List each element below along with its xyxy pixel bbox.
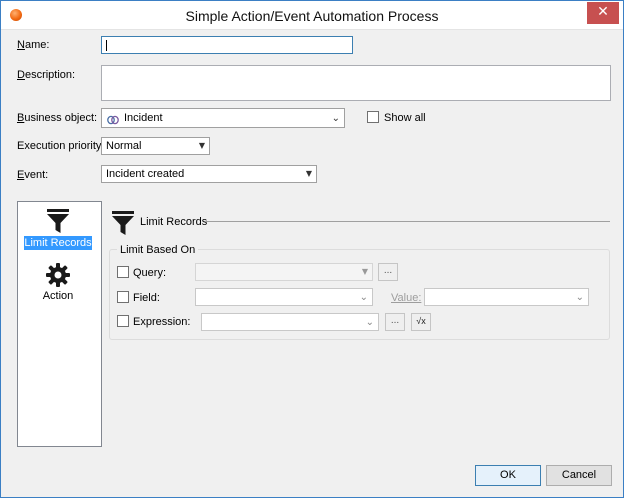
name-field[interactable] [101,36,353,54]
step-nav-panel: Limit Records Action [17,201,102,447]
value-select[interactable]: ⌄ [424,288,589,306]
expression-label: Expression: [133,316,191,328]
cancel-button[interactable]: Cancel [546,465,612,486]
field-checkbox[interactable] [117,291,129,303]
query-browse-button[interactable]: ... [378,263,398,281]
expression-browse-button[interactable]: ... [385,313,405,331]
ok-button[interactable]: OK [475,465,541,486]
chevron-down-icon: ⌄ [359,292,368,303]
field-label: Field: [133,292,160,304]
group-title: Limit Based On [117,244,199,256]
description-field[interactable] [101,65,611,101]
description-label: Description: [17,69,76,81]
formula-button[interactable]: √x [411,313,431,331]
dropdown-arrow-icon: ▼ [198,141,205,150]
chevron-down-icon: ⌄ [331,113,340,124]
nav-label-limit-records: Limit Records [24,236,92,250]
show-all-checkbox[interactable] [367,111,379,123]
chevron-down-icon: ⌄ [365,317,374,328]
expression-select[interactable]: ⌄ [201,313,379,331]
dialog-window: Simple Action/Event Automation Process ✕… [0,0,624,498]
window-title: Simple Action/Event Automation Process [185,8,439,24]
close-button[interactable]: ✕ [587,2,619,24]
name-label: Name: [17,39,50,51]
query-label: Query: [133,267,167,279]
dropdown-arrow-icon: ▼ [361,267,368,276]
text-caret [106,40,107,51]
dropdown-arrow-icon: ▼ [305,169,312,178]
funnel-icon [111,210,135,239]
query-checkbox[interactable] [117,266,129,278]
business-object-select[interactable]: Incident ⌄ [101,108,345,128]
chevron-down-icon: ⌄ [575,292,584,303]
event-label: Event: [17,169,49,181]
nav-label-action: Action [42,290,74,302]
nav-item-limit-records[interactable]: Limit Records [24,208,92,250]
expression-checkbox[interactable] [117,315,129,327]
incident-icon [107,113,119,125]
nav-item-action[interactable]: Action [24,262,92,302]
execution-priority-label: Execution priority: [17,140,105,152]
field-select[interactable]: ⌄ [195,288,373,306]
show-all-label[interactable]: Show all [384,112,426,124]
execution-priority-value: Normal [106,140,142,152]
section-title: Limit Records [140,216,208,228]
business-object-value: Incident [124,112,163,124]
execution-priority-select[interactable]: Normal ▼ [101,137,210,155]
value-label: Value: [391,292,422,304]
title-bar[interactable]: Simple Action/Event Automation Process ✕ [1,1,623,30]
section-divider [206,221,610,222]
query-select[interactable]: ▼ [195,263,373,281]
funnel-icon [24,208,92,236]
gear-icon [24,262,92,290]
event-select[interactable]: Incident created ▼ [101,165,317,183]
business-object-label: Business object: [17,112,98,124]
event-value: Incident created [106,168,185,180]
